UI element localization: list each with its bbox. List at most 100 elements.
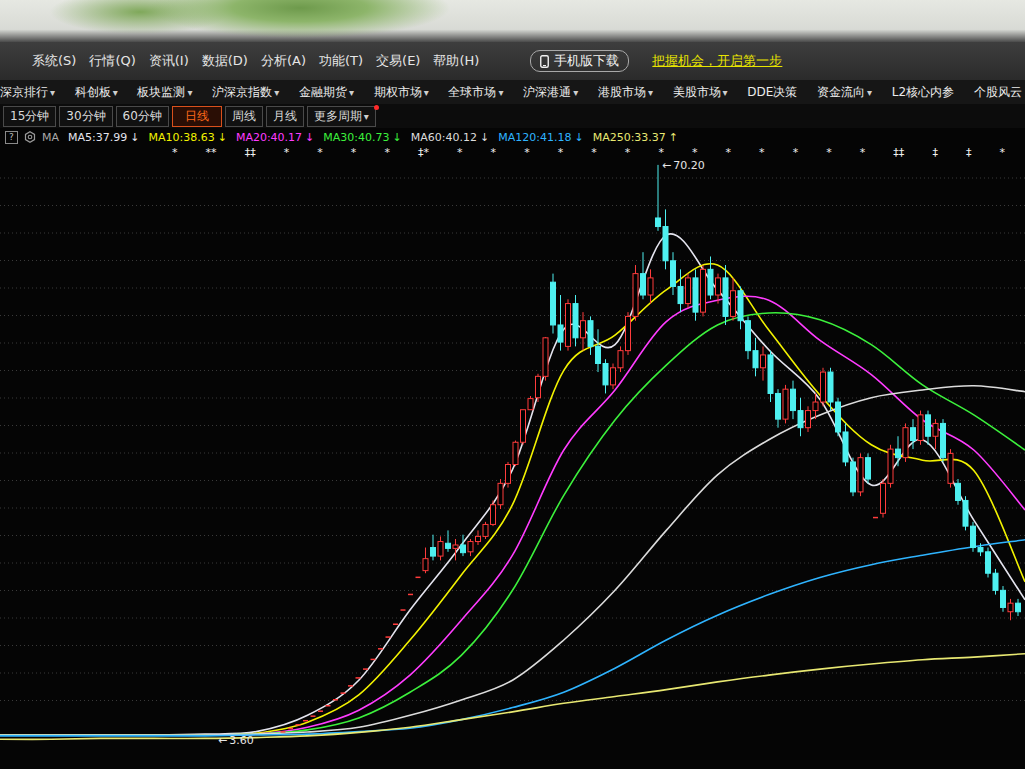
candle[interactable]: [371, 659, 376, 660]
market-nav-item[interactable]: L2核心内参: [892, 84, 954, 101]
promo-link[interactable]: 把握机会，开启第一步: [652, 52, 782, 70]
candle[interactable]: [633, 265, 638, 321]
candle[interactable]: [941, 419, 946, 462]
candle[interactable]: [753, 338, 758, 377]
candle[interactable]: [423, 548, 428, 574]
period-tab[interactable]: 60分钟: [116, 106, 169, 127]
candle[interactable]: [333, 699, 338, 700]
candle[interactable]: [341, 693, 346, 694]
menu-item[interactable]: 交易(E): [376, 53, 420, 69]
candle[interactable]: [431, 535, 436, 561]
candle[interactable]: [708, 256, 713, 299]
candle[interactable]: [978, 543, 983, 556]
candle[interactable]: [1008, 599, 1013, 620]
candle[interactable]: [596, 329, 601, 372]
candle[interactable]: [468, 539, 473, 556]
market-nav-item[interactable]: 期权市场▾: [374, 84, 429, 101]
candle[interactable]: [393, 624, 398, 625]
market-nav-item[interactable]: 科创板▾: [75, 84, 118, 101]
candle[interactable]: [498, 479, 503, 509]
market-nav-item[interactable]: 沪深京指数▾: [212, 84, 279, 101]
candle[interactable]: [783, 385, 788, 424]
candle[interactable]: [678, 269, 683, 312]
candle[interactable]: [551, 274, 556, 334]
market-nav-item[interactable]: 美股市场▾: [673, 84, 728, 101]
candle[interactable]: [656, 165, 661, 231]
candle[interactable]: [1016, 599, 1021, 616]
candle[interactable]: [573, 295, 578, 346]
market-nav-item[interactable]: 沪深港通▾: [523, 84, 578, 101]
period-tab[interactable]: 周线: [225, 106, 263, 127]
candle[interactable]: [933, 419, 938, 449]
candle[interactable]: [836, 398, 841, 437]
candle[interactable]: [911, 419, 916, 449]
candle[interactable]: [746, 316, 751, 359]
candle[interactable]: [476, 530, 481, 545]
candle[interactable]: [993, 569, 998, 595]
menu-item[interactable]: 分析(A): [261, 53, 306, 69]
period-tab[interactable]: 日线: [172, 106, 222, 127]
candle[interactable]: [701, 265, 706, 316]
candle[interactable]: [881, 479, 886, 518]
gear-icon[interactable]: [24, 131, 36, 143]
candle[interactable]: [318, 711, 323, 712]
candle[interactable]: [348, 685, 353, 686]
market-nav-item[interactable]: 港股市场▾: [598, 84, 653, 101]
candle[interactable]: [761, 346, 766, 380]
candle[interactable]: [851, 458, 856, 497]
candle[interactable]: [776, 389, 781, 428]
candle[interactable]: [806, 406, 811, 432]
candle[interactable]: [566, 299, 571, 350]
menu-item[interactable]: 功能(T): [319, 53, 363, 69]
candle[interactable]: [356, 677, 361, 678]
candle[interactable]: [903, 423, 908, 462]
candle[interactable]: [716, 274, 721, 304]
candle[interactable]: [956, 479, 961, 505]
candle[interactable]: [641, 252, 646, 299]
candle[interactable]: [866, 453, 871, 483]
candle[interactable]: [663, 209, 668, 269]
candle[interactable]: [798, 398, 803, 437]
candle[interactable]: [618, 346, 623, 372]
candle[interactable]: [986, 548, 991, 578]
candle[interactable]: [971, 522, 976, 552]
candle[interactable]: [843, 423, 848, 466]
candle[interactable]: [918, 411, 923, 445]
candle[interactable]: [1001, 586, 1006, 612]
candle[interactable]: [483, 522, 488, 539]
candle[interactable]: [603, 359, 608, 393]
candle[interactable]: [281, 731, 286, 732]
period-tab[interactable]: 30分钟: [59, 106, 112, 127]
candle[interactable]: [828, 368, 833, 411]
market-nav-item[interactable]: 深京排行▾: [0, 84, 55, 101]
candle[interactable]: [626, 312, 631, 355]
candle[interactable]: [896, 436, 901, 466]
candle[interactable]: [401, 610, 406, 611]
candle[interactable]: [386, 637, 391, 638]
candle[interactable]: [543, 337, 548, 381]
candle[interactable]: [768, 351, 773, 402]
candle[interactable]: [506, 462, 511, 488]
menu-item[interactable]: 数据(D): [202, 53, 248, 69]
candle[interactable]: [453, 539, 458, 560]
market-nav-item[interactable]: 板块监测▾: [137, 84, 192, 101]
help-icon[interactable]: ?: [5, 131, 18, 144]
candle[interactable]: [873, 517, 878, 518]
candle[interactable]: [611, 363, 616, 389]
candle[interactable]: [686, 274, 691, 308]
candle[interactable]: [416, 577, 421, 578]
menu-item[interactable]: 系统(S): [32, 53, 76, 69]
candle[interactable]: [581, 312, 586, 351]
candle[interactable]: [558, 295, 563, 351]
period-tab[interactable]: 更多周期▾: [307, 106, 376, 127]
menu-item[interactable]: 帮助(H): [433, 53, 479, 69]
candle[interactable]: [723, 265, 728, 325]
candle[interactable]: [693, 269, 698, 320]
candle[interactable]: [731, 278, 736, 321]
candle[interactable]: [671, 252, 676, 295]
candle[interactable]: [521, 410, 526, 445]
candle[interactable]: [888, 445, 893, 488]
candle[interactable]: [461, 535, 466, 556]
mobile-download-button[interactable]: 手机版下载: [530, 50, 629, 72]
candle[interactable]: [738, 286, 743, 329]
